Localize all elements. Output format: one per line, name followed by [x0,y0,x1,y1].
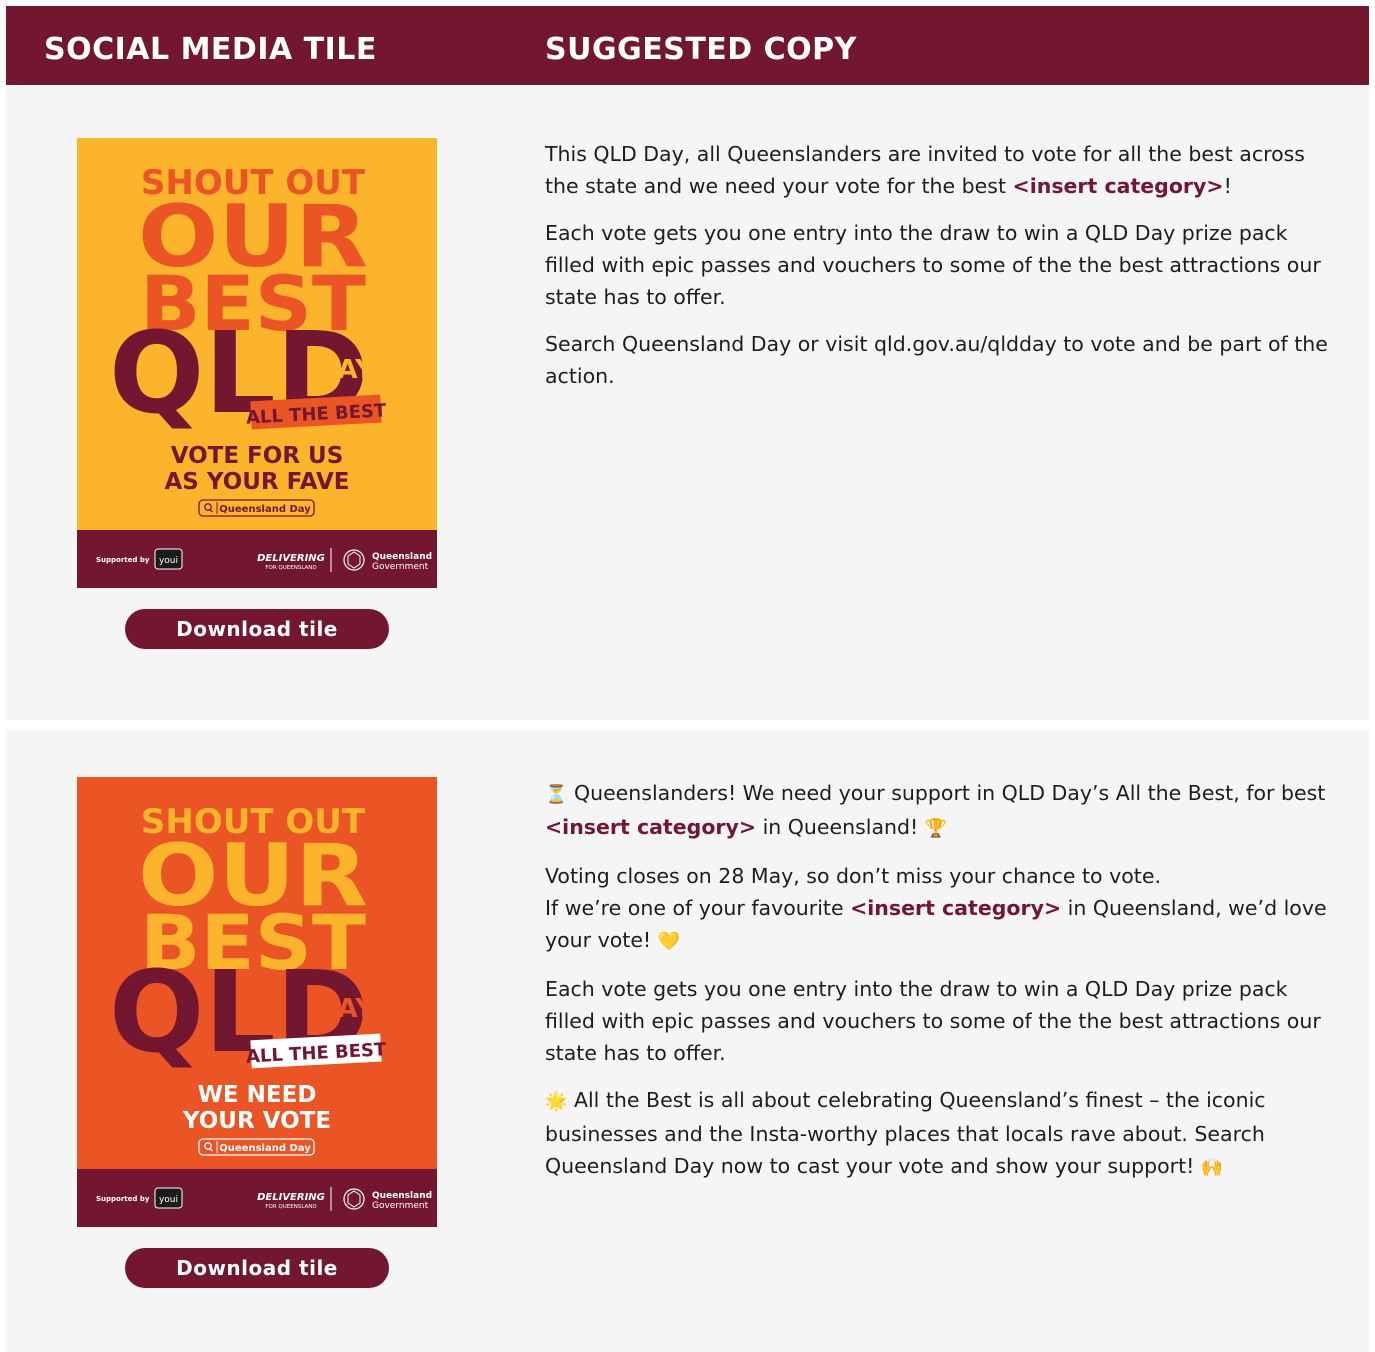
insert-category-placeholder: <insert category> [850,896,1062,920]
svg-text:youi: youi [159,556,178,566]
star-icon: 🌟 [545,1091,568,1112]
download-tile-button[interactable]: Download tile [125,609,389,649]
raised-hands-icon: 🙌 [1200,1157,1224,1178]
delivering-logo: DELIVERING [257,1192,325,1203]
svg-text:youi: youi [159,1195,178,1205]
copy-paragraph: This QLD Day, all Queenslanders are invi… [545,142,1305,198]
copy-paragraph: Each vote gets you one entry into the dr… [545,977,1321,1065]
hourglass-icon: ⏳ [545,784,568,805]
svg-text:FOR QUEENSLAND: FOR QUEENSLAND [265,1204,316,1210]
yellow-heart-icon: 💛 [657,931,681,952]
suggested-copy-text: ⏳ Queenslanders! We need your support in… [545,777,1335,1199]
social-tile-image: SHOUT OUT OUR BEST QLD DAY ALL THE BEST … [77,138,437,588]
tile-day: DAY [316,355,375,385]
copy-paragraph: Voting closes on 28 May, so don’t miss y… [545,860,1335,958]
suggested-copy-text: This QLD Day, all Queenslanders are invi… [545,138,1335,407]
qld-gov-logo-line2: Government [372,562,429,572]
header-suggested-copy: SUGGESTED COPY [545,32,857,67]
tile-line-1: VOTE FOR US [171,443,344,469]
trophy-icon: 🏆 [924,818,948,839]
copy-paragraph: 🌟 All the Best is all about celebrating … [545,1084,1335,1184]
tile-search-label: Queensland Day [219,504,311,515]
table-row: SHOUT OUT OUR BEST QLD DAY ALL THE BEST … [6,86,1369,720]
svg-text:FOR QUEENSLAND: FOR QUEENSLAND [265,565,316,571]
qld-gov-logo-line1: Queensland [372,1191,432,1201]
qld-gov-logo-line1: Queensland [372,552,432,562]
social-tile-image: SHOUT OUT OUR BEST QLD DAY ALL THE BEST … [77,777,437,1227]
tile-line-2: YOUR VOTE [182,1108,331,1134]
qld-gov-logo-line2: Government [372,1201,429,1211]
tile-supported-by: Supported by [96,1195,150,1203]
copy-paragraph: ⏳ Queenslanders! We need your support in… [545,777,1335,845]
insert-category-placeholder: <insert category> [1012,174,1224,198]
table-header: SOCIAL MEDIA TILE SUGGESTED COPY [6,6,1369,85]
header-social-media-tile: SOCIAL MEDIA TILE [44,32,377,67]
tile-day: DAY [316,994,375,1024]
delivering-logo: DELIVERING [257,553,325,564]
tile-line-2: AS YOUR FAVE [165,469,350,495]
tile-line-1: WE NEED [198,1082,317,1108]
download-tile-button[interactable]: Download tile [125,1248,389,1288]
tile-supported-by: Supported by [96,556,150,564]
insert-category-placeholder: <insert category> [545,815,757,839]
copy-paragraph: Each vote gets you one entry into the dr… [545,221,1321,309]
tile-search-label: Queensland Day [219,1143,311,1154]
table-row: SHOUT OUT OUR BEST QLD DAY ALL THE BEST … [6,730,1369,1352]
copy-paragraph: Search Queensland Day or visit qld.gov.a… [545,332,1328,388]
